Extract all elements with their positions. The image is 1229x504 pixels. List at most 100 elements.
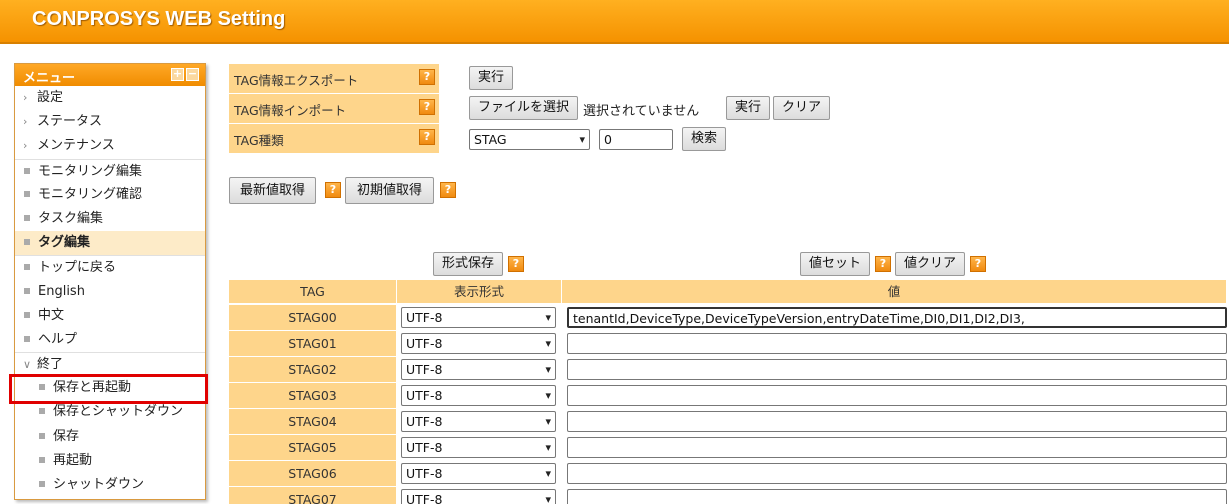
clear-value-button[interactable]: 値クリア [895,252,966,276]
sidebar-menu: メニュー + − › 設定 › ステータス › メンテナンス モニタリング編集 モニタリング確… [14,63,206,500]
value-input[interactable] [567,333,1227,354]
bullet-icon [39,432,45,439]
chevron-right-icon: › [23,115,28,129]
value-input[interactable] [567,411,1227,432]
highlight-annotation [9,374,208,404]
help-icon[interactable]: ? [508,256,524,272]
tag-import-label: TAG情報インポート [234,103,347,118]
tag-cell: STAG03 [229,383,396,408]
help-icon[interactable]: ? [419,129,435,145]
sidebar-item-label: シャットダウン [53,477,145,492]
format-select[interactable]: UTF-8 ▾ [401,463,556,484]
no-file-text: 選択されていません [583,104,700,119]
import-clear-button[interactable]: クリア [773,96,831,120]
sidebar-item[interactable]: タスク編集 [15,207,205,231]
bullet-icon [24,214,30,221]
format-select[interactable]: UTF-8 ▾ [401,489,556,504]
app-header: CONPROSYS WEB Setting [0,0,1229,44]
tag-cell: STAG07 [229,487,396,504]
sidebar-item-label: 再起動 [53,452,93,468]
tag-cell: STAG01 [229,331,396,356]
export-run-button[interactable]: 実行 [469,66,514,90]
menu-title: メニュー [23,71,76,86]
sidebar-item-label: ステータス [37,114,103,130]
sidebar-item[interactable]: English [15,280,205,304]
help-icon[interactable]: ? [440,182,456,198]
sidebar-item[interactable]: トップに戻る [15,255,205,279]
get-latest-button[interactable]: 最新値取得 [229,177,317,204]
sidebar-subitem[interactable]: 保存 [15,425,205,449]
sidebar-item-label: 中文 [38,307,65,323]
value-input[interactable] [567,437,1227,458]
save-format-button[interactable]: 形式保存 [433,252,504,276]
column-header-format: 表示形式 [397,280,561,303]
bullet-icon [24,335,30,342]
expand-all-button[interactable]: + [171,68,184,81]
format-select[interactable]: UTF-8 ▾ [401,333,556,354]
value-input[interactable] [567,489,1227,504]
help-icon[interactable]: ? [325,182,341,198]
sidebar-item-label: English [38,283,85,299]
menu-list: › 設定 › ステータス › メンテナンス モニタリング編集 モニタリング確認 タスク編集 タグ編… [15,86,205,497]
sidebar-item-label: モニタリング編集 [38,163,143,179]
value-input[interactable]: tenantId,DeviceType,DeviceTypeVersion,en… [567,307,1227,328]
tag-number-input[interactable]: 0 [599,129,673,150]
format-select[interactable]: UTF-8 ▾ [401,385,556,406]
format-selected: UTF-8 [406,466,443,481]
tag-cell: STAG02 [229,357,396,382]
chevron-down-icon: ▾ [545,467,551,480]
get-initial-button[interactable]: 初期値取得 [345,177,435,204]
format-select[interactable]: UTF-8 ▾ [401,411,556,432]
help-icon[interactable]: ? [419,99,435,115]
help-icon[interactable]: ? [970,256,986,272]
sidebar-item[interactable]: › ステータス [15,110,205,134]
value-input[interactable] [567,359,1227,380]
sidebar-item-label: モニタリング確認 [38,186,143,202]
format-select[interactable]: UTF-8 ▾ [401,437,556,458]
sidebar-item[interactable]: › 設定 [15,86,205,110]
menu-header: メニュー + − [15,64,205,86]
column-header-tag: TAG [229,280,396,303]
search-button[interactable]: 検索 [682,127,727,151]
tag-cell: STAG00 [229,305,396,330]
sidebar-item-label: 保存 [53,428,80,444]
sidebar-item-label: 設定 [37,90,64,105]
tag-cell: STAG05 [229,435,396,460]
collapse-all-button[interactable]: − [186,68,199,81]
tag-export-row: TAG情報エクスポート ? [229,64,439,93]
sidebar-item-label: タスク編集 [38,210,104,226]
sidebar-subitem[interactable]: 再起動 [15,449,205,473]
help-icon[interactable]: ? [875,256,891,272]
chevron-down-icon: ▾ [545,389,551,402]
sidebar-item[interactable]: › メンテナンス [15,134,205,158]
sidebar-item[interactable]: 中文 [15,304,205,328]
format-selected: UTF-8 [406,492,443,504]
help-icon[interactable]: ? [419,69,435,85]
sidebar-item[interactable]: タグ編集 [15,231,205,256]
sidebar-item[interactable]: モニタリング編集 [15,158,205,183]
sidebar-item[interactable]: ヘルプ [15,328,205,352]
choose-file-button[interactable]: ファイルを選択 [469,96,579,120]
set-value-button[interactable]: 値セット [800,252,871,276]
bullet-icon [39,456,45,463]
column-header-value: 値 [562,280,1226,303]
format-selected: UTF-8 [406,362,443,377]
bullet-icon [24,239,30,246]
format-select[interactable]: UTF-8 ▾ [401,307,556,328]
sidebar-item-label: 保存とシャットダウン [53,404,184,420]
sidebar-subitem[interactable]: シャットダウン [15,473,205,497]
tag-type-select[interactable]: STAG ▾ [469,129,590,150]
tag-import-row: TAG情報インポート ? [229,94,439,123]
format-select[interactable]: UTF-8 ▾ [401,359,556,380]
sidebar-item[interactable]: ∨ 終了 [15,352,205,376]
sidebar-item[interactable]: モニタリング確認 [15,183,205,207]
sidebar-subitem[interactable]: 保存とシャットダウン [15,400,205,424]
value-input[interactable] [567,385,1227,406]
value-input[interactable] [567,463,1227,484]
chevron-down-icon: ▾ [545,493,551,504]
bullet-icon [39,408,45,415]
bullet-icon [24,190,30,197]
import-run-button[interactable]: 実行 [726,96,771,120]
tag-type-row: TAG種類 ? [229,124,439,153]
app-title: CONPROSYS WEB Setting [32,8,286,30]
